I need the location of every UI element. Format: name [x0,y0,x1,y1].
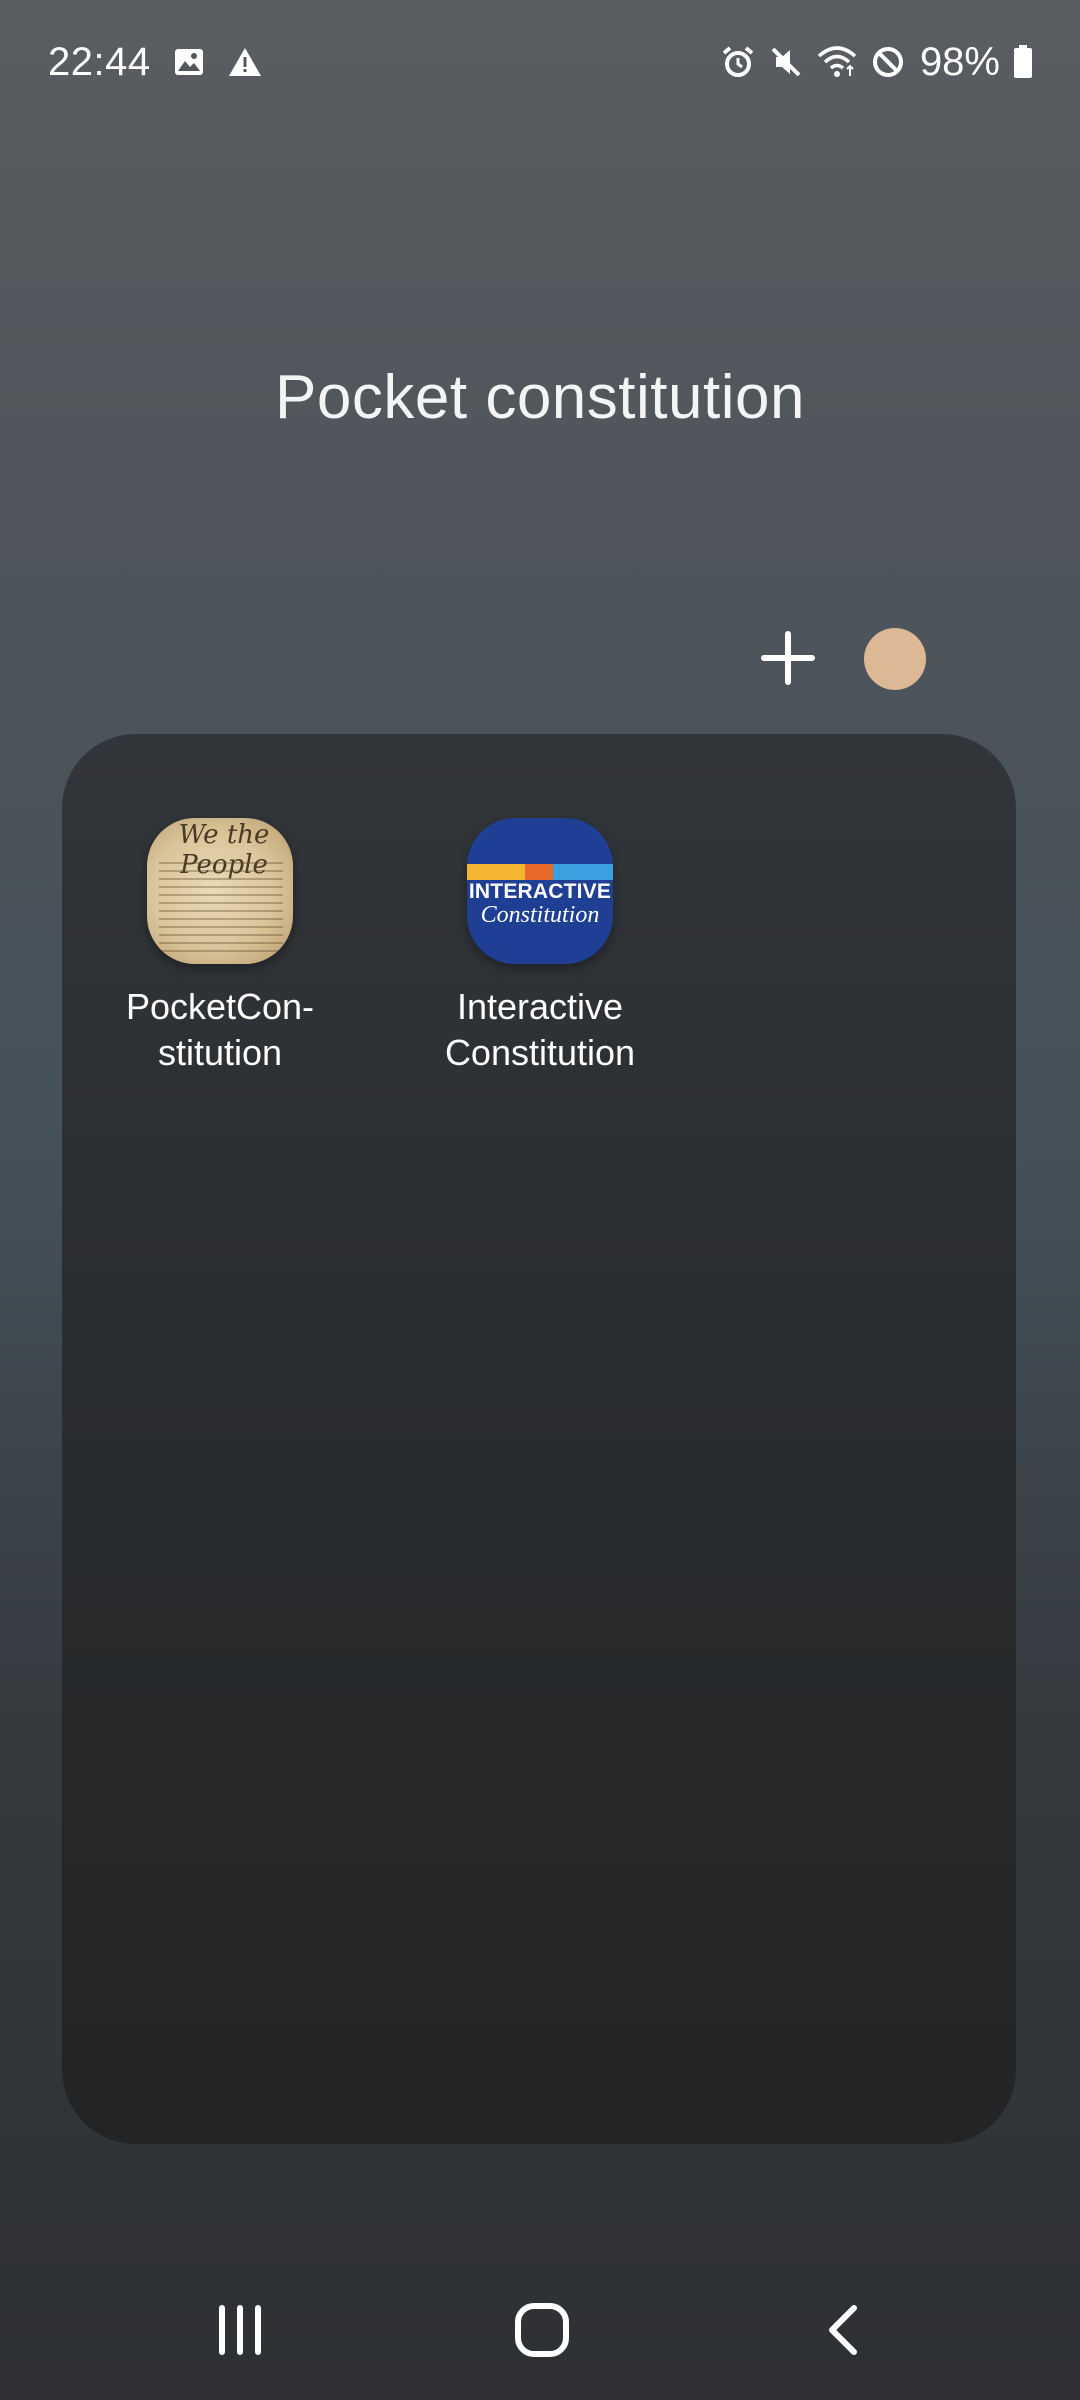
navigation-bar [0,2270,1080,2400]
clock: 22:44 [48,39,151,84]
app-label-text: PocketCon- stitution [125,986,315,1073]
home-icon [515,2303,569,2357]
status-bar: 22:44 98% [0,0,1080,124]
recent-apps-button[interactable] [180,2270,300,2390]
icon-line-interactive: INTERACTIVE [468,880,612,903]
add-apps-button[interactable] [752,622,824,694]
pocketconstitution-icon: We the People [147,818,293,964]
recent-apps-icon [219,2305,261,2355]
folder-title[interactable]: Pocket constitution [0,362,1080,433]
status-right: 98% [708,38,1034,86]
back-icon [829,2305,857,2355]
stripe-orange [525,864,553,880]
plus-icon [761,631,815,685]
battery-icon [1012,44,1034,80]
back-button[interactable] [786,2270,906,2390]
wifi-icon [816,44,858,80]
warning-icon [227,46,263,78]
stripe-blue [553,864,613,880]
home-button[interactable] [482,2270,602,2390]
mute-icon [768,44,804,80]
battery-percent: 98% [919,39,1000,84]
interactive-constitution-icon: INTERACTIVE Constitution [467,818,613,964]
app-interactive-constitution[interactable]: INTERACTIVE Constitution Interactive Con… [420,818,660,1076]
alarm-icon [720,44,756,80]
document-lines [159,862,283,952]
stripe-yellow [467,864,525,880]
app-label-text: Interactive Constitution [444,986,636,1073]
image-icon [173,46,205,78]
app-pocketconstitution[interactable]: We the People PocketCon- stitution [100,818,340,1076]
folder-color-button[interactable] [864,628,926,690]
do-not-disturb-icon [870,44,906,80]
icon-line-constitution: Constitution [480,902,600,928]
status-left: 22:44 [48,38,263,86]
folder-panel: We the People PocketCon- stitution INTER… [62,734,1016,2144]
app-label: PocketCon- stitution [100,984,340,1076]
app-label: Interactive Constitution [420,984,660,1076]
